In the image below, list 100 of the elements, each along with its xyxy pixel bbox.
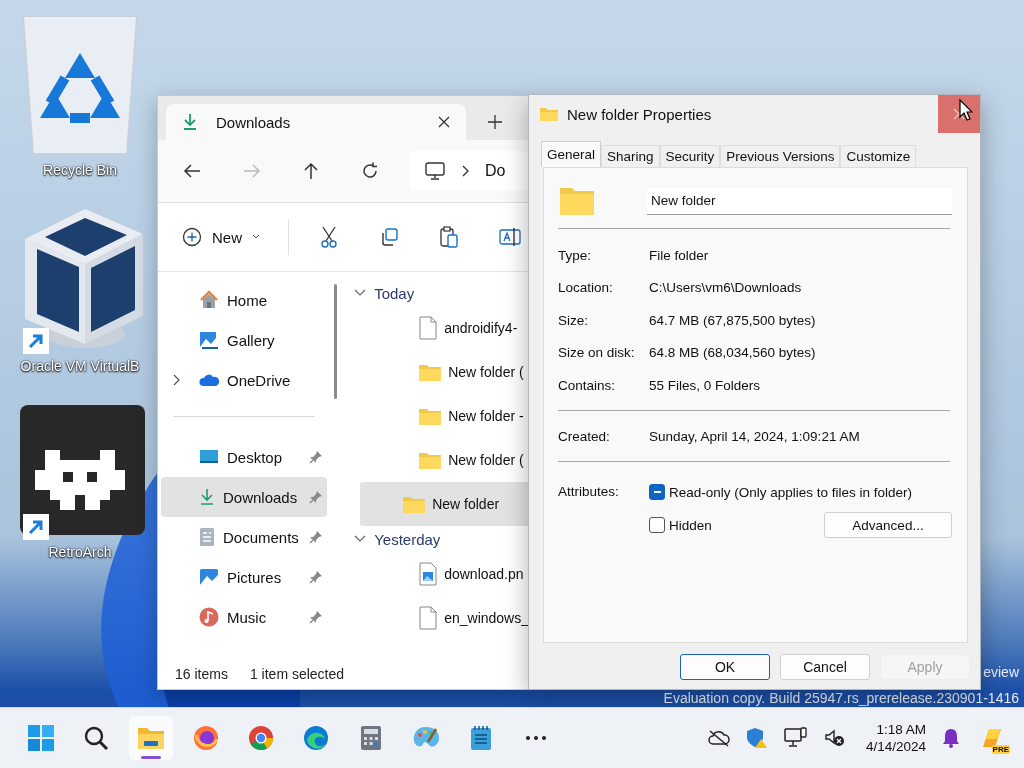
sidebar-item-label: OneDrive	[227, 371, 292, 389]
folder-name-field[interactable]: New folder	[647, 187, 952, 215]
shield-warning-icon[interactable]	[745, 727, 768, 749]
calculator-icon	[360, 725, 382, 751]
caret-icon	[252, 234, 260, 240]
wave-circle-icon	[303, 725, 329, 751]
bell-icon[interactable]	[942, 728, 960, 748]
sidebar-item[interactable]: Music	[161, 597, 328, 637]
file-row[interactable]: en_windows_	[360, 596, 529, 640]
dialog-tab[interactable]: General	[541, 141, 602, 167]
sidebar-item[interactable]: Home	[161, 280, 328, 320]
new-button[interactable]: New	[182, 227, 260, 247]
sidebar-item-label: Pictures	[227, 568, 283, 586]
file-icon	[418, 316, 439, 340]
dialog-tab[interactable]: Customize	[840, 145, 917, 167]
tab-title: Downloads	[216, 113, 292, 131]
sidebar-item[interactable]: Downloads	[161, 477, 328, 517]
network-icon[interactable]	[783, 727, 808, 749]
image-file-icon	[418, 562, 439, 586]
folder-icon	[137, 726, 165, 750]
sidebar-item-label: Desktop	[227, 448, 284, 466]
window-tab[interactable]: Downloads	[166, 104, 466, 140]
dialog-tab[interactable]: Previous Versions	[720, 145, 841, 167]
copy-icon[interactable]	[379, 227, 399, 247]
dialog-title: New folder Properties	[567, 105, 713, 123]
property-label: Created:	[557, 429, 611, 445]
folder-icon	[539, 106, 559, 122]
dialog-tab[interactable]: Sharing	[601, 145, 660, 167]
pin-icon[interactable]	[309, 490, 324, 504]
breadcrumb-text[interactable]: Do	[485, 162, 506, 180]
document-icon	[199, 527, 215, 547]
property-label: Location:	[557, 280, 614, 296]
windows-logo-icon	[28, 725, 54, 751]
sidebar-item[interactable]: OneDrive	[161, 360, 328, 400]
sidebar-item[interactable]: Documents	[161, 517, 328, 557]
dialog-tab[interactable]: Security	[659, 145, 721, 167]
checkbox-label[interactable]: Read-only (Only applies to files in folder)	[669, 484, 913, 500]
file-name: New folder -	[448, 408, 524, 424]
close-icon[interactable]	[438, 116, 450, 128]
back-arrow-icon[interactable]	[183, 163, 201, 179]
sidebar-item-label: Music	[227, 608, 268, 626]
close-button[interactable]	[938, 95, 980, 133]
rename-icon[interactable]	[499, 226, 521, 248]
clock-date: 4/14/2024	[865, 739, 926, 754]
clock[interactable]: 1:18 AM 4/14/2024	[865, 722, 926, 754]
advanced-button[interactable]: Advanced...	[824, 512, 952, 538]
property-label: Contains:	[557, 377, 617, 393]
file-row[interactable]: download.pn	[360, 552, 529, 596]
preview-badge: PRE	[991, 745, 1010, 754]
address-bar[interactable]: Do	[409, 151, 529, 191]
picture-icon	[199, 330, 219, 350]
dialog-button[interactable]: OK	[680, 654, 770, 680]
file-name: New folder (	[448, 364, 524, 380]
scissors-icon[interactable]	[319, 226, 339, 248]
folder-icon	[559, 186, 595, 216]
sidebar-item[interactable]: Desktop	[161, 437, 328, 477]
group-header[interactable]: Yesterday	[344, 526, 529, 552]
file-name: androidify4-	[444, 320, 518, 336]
checkbox[interactable]	[649, 484, 665, 500]
property-value: 64.7 MB (67,875,500 bytes)	[649, 312, 816, 328]
property-value: C:\Users\vm6\Downloads	[649, 280, 802, 296]
up-arrow-icon[interactable]	[303, 162, 319, 180]
file-row[interactable]: New folder (	[360, 350, 529, 394]
cloud-off-icon[interactable]	[707, 729, 730, 747]
plus-circle-icon	[182, 227, 202, 247]
computer-icon	[425, 162, 445, 180]
add-tab-icon[interactable]	[488, 115, 502, 129]
scrollbar[interactable]	[334, 284, 338, 399]
dialog-button[interactable]: Cancel	[780, 654, 870, 680]
file-name: New folder	[432, 496, 500, 512]
volume-muted-icon[interactable]	[823, 728, 846, 748]
refresh-icon[interactable]	[361, 162, 379, 180]
group-header[interactable]: Today	[344, 280, 529, 306]
close-icon	[953, 108, 965, 120]
property-value: Sunday, April 14, 2024, 1:09:21 AM	[649, 429, 860, 445]
mouse-pointer-icon	[959, 99, 973, 121]
checkbox[interactable]	[649, 517, 665, 533]
pin-icon[interactable]	[309, 530, 324, 544]
chevron-right-icon[interactable]	[172, 374, 180, 386]
checkbox-label[interactable]: Hidden	[669, 517, 712, 533]
property-label: Size:	[557, 312, 589, 328]
picture-icon	[199, 568, 219, 586]
pin-icon[interactable]	[309, 450, 324, 464]
item-count: 16 items	[175, 666, 228, 682]
house-icon	[199, 290, 219, 310]
folder-icon	[418, 362, 443, 382]
folder-icon	[418, 406, 443, 426]
property-value: 64.8 MB (68,034,560 bytes)	[649, 345, 816, 361]
desktop-icon	[199, 449, 219, 465]
paste-icon[interactable]	[439, 226, 459, 248]
pin-icon[interactable]	[309, 610, 324, 624]
file-row[interactable]: androidify4-	[360, 306, 529, 350]
file-row[interactable]: New folder -	[360, 394, 529, 438]
file-row[interactable]: New folder	[360, 482, 529, 526]
copilot-button[interactable]: PRE	[976, 722, 1008, 754]
sidebar-item[interactable]: Gallery	[161, 320, 328, 360]
sidebar-item[interactable]: Pictures	[161, 557, 328, 597]
file-row[interactable]: New folder (	[360, 438, 529, 482]
file-name: en_windows_	[444, 610, 529, 626]
pin-icon[interactable]	[309, 570, 324, 584]
